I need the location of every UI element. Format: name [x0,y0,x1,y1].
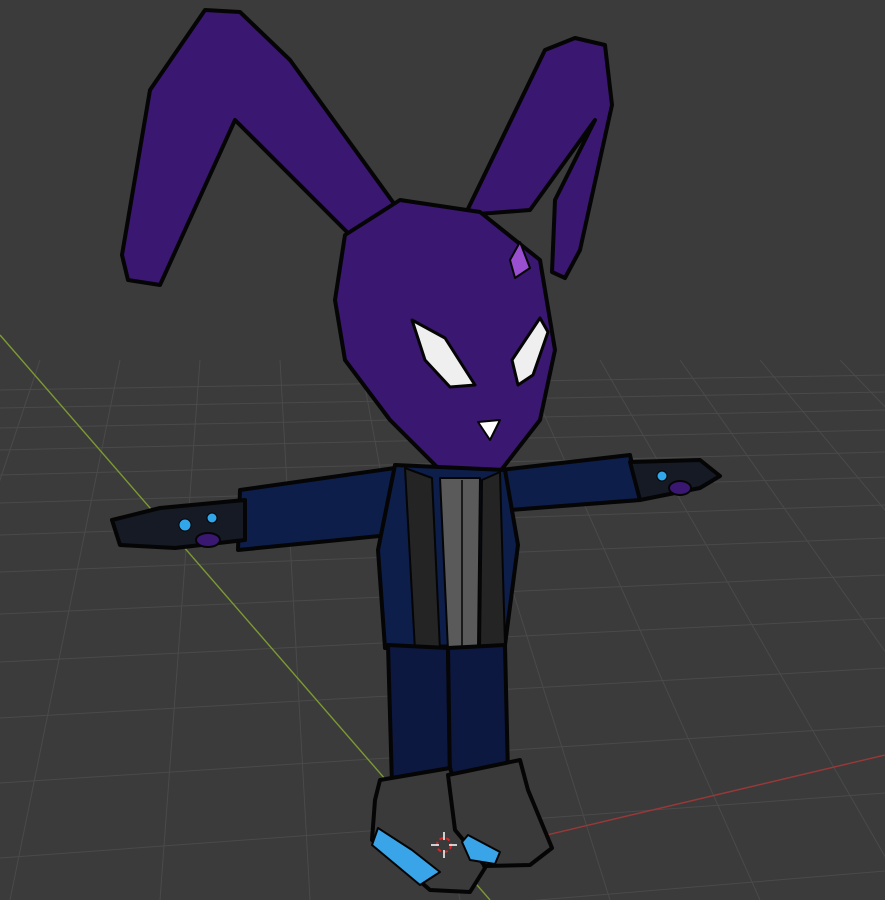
right-leg [446,643,510,780]
right-thumb [668,480,692,496]
left-glove [110,498,247,550]
left-thumb [195,532,221,548]
shirt [439,477,481,651]
right-glove-accent [656,470,668,482]
left-arm [236,466,397,552]
3d-viewport[interactable] [0,0,885,900]
left-glove-accent [178,518,192,532]
right-arm [498,453,642,512]
bunny-character[interactable] [110,8,722,894]
left-leg [386,643,452,787]
left-glove-accent-2 [206,512,218,524]
jacket-trim-right [479,471,506,649]
